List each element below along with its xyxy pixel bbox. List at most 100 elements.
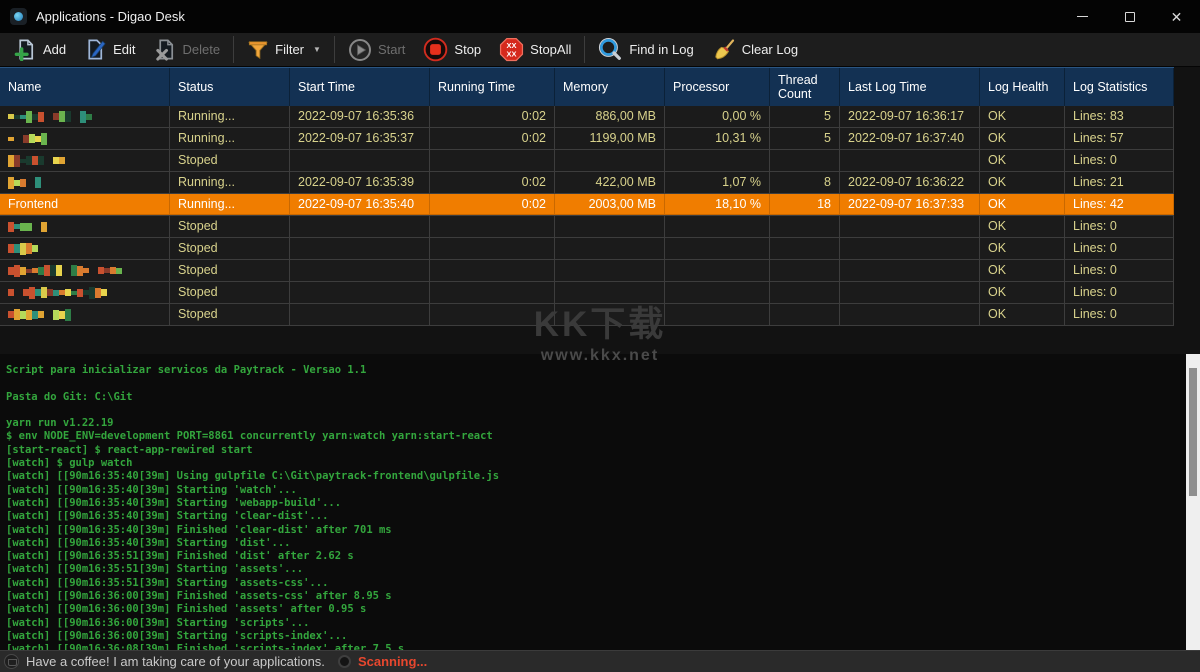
close-button[interactable]: ✕ [1153, 0, 1200, 33]
table-row[interactable]: StopedOKLines: 0 [0, 216, 1174, 238]
cell-log_stats: Lines: 0 [1065, 150, 1174, 171]
cell-last_log_time [840, 282, 980, 303]
cell-log_health: OK [980, 172, 1065, 193]
console-line: [watch] [[90m16:35:40[39m] Starting 'cle… [6, 510, 1186, 523]
cell-running_time: 0:02 [430, 194, 555, 215]
column-header-status[interactable]: Status [170, 68, 290, 106]
table-row[interactable]: StopedOKLines: 0 [0, 282, 1174, 304]
clear-log-button-label: Clear Log [742, 42, 798, 57]
table-row[interactable]: FrontendRunning...2022-09-07 16:35:400:0… [0, 194, 1174, 216]
cell-status: Stoped [170, 282, 290, 303]
console-line: [watch] [[90m16:35:51[39m] Starting 'ass… [6, 563, 1186, 576]
stop-icon [423, 37, 448, 62]
cell-processor: 1,07 % [665, 172, 770, 193]
cell-memory: 422,00 MB [555, 172, 665, 193]
table-row[interactable]: StopedOKLines: 0 [0, 304, 1174, 326]
cell-start_time [290, 260, 430, 281]
redacted-name-mosaic [8, 150, 44, 171]
cell-processor [665, 150, 770, 171]
titlebar: Applications - Digao Desk ✕ [0, 0, 1200, 33]
cell-last_log_time [840, 260, 980, 281]
cell-threads: 5 [770, 106, 840, 127]
toolbar-separator [334, 36, 335, 63]
window-controls: ✕ [1059, 0, 1200, 33]
minimize-button[interactable] [1059, 0, 1106, 33]
cell-log_health: OK [980, 128, 1065, 149]
cell-name [0, 150, 170, 171]
filter-button[interactable]: Filter ▼ [238, 35, 330, 65]
cell-log_stats: Lines: 0 [1065, 304, 1174, 325]
funnel-icon [247, 39, 269, 61]
console-scrollbar[interactable] [1186, 354, 1200, 650]
clear-log-button[interactable]: Clear Log [703, 35, 807, 65]
cell-memory [555, 216, 665, 237]
play-icon [348, 38, 372, 62]
cell-memory [555, 282, 665, 303]
maximize-button[interactable] [1106, 0, 1153, 33]
table-row[interactable]: Running...2022-09-07 16:35:390:02422,00 … [0, 172, 1174, 194]
redacted-name-mosaic [53, 150, 65, 171]
add-button[interactable]: Add [5, 35, 75, 65]
redacted-name-mosaic [23, 128, 47, 149]
cell-threads: 8 [770, 172, 840, 193]
add-document-icon [14, 38, 37, 61]
stop-button[interactable]: Stop [414, 35, 490, 65]
cell-name [0, 172, 170, 193]
table-row[interactable]: StopedOKLines: 0 [0, 150, 1174, 172]
console-line: Script para inicializar servicos da Payt… [6, 364, 1186, 377]
cell-last_log_time [840, 304, 980, 325]
table-row[interactable]: StopedOKLines: 0 [0, 238, 1174, 260]
console-scrollbar-thumb[interactable] [1189, 368, 1197, 496]
cell-log_stats: Lines: 0 [1065, 216, 1174, 237]
redacted-name-mosaic [35, 172, 41, 193]
cell-name [0, 282, 170, 303]
column-header-running_time[interactable]: Running Time [430, 68, 555, 106]
cell-log_stats: Lines: 57 [1065, 128, 1174, 149]
start-button[interactable]: Start [339, 35, 414, 65]
cell-status: Stoped [170, 238, 290, 259]
cell-name [0, 216, 170, 237]
console-line: [watch] [[90m16:36:00[39m] Starting 'scr… [6, 630, 1186, 643]
column-header-processor[interactable]: Processor [665, 68, 770, 106]
delete-button[interactable]: Delete [145, 35, 230, 65]
table-row[interactable]: Running...2022-09-07 16:35:370:021199,00… [0, 128, 1174, 150]
cell-processor: 18,10 % [665, 194, 770, 215]
chevron-down-icon: ▼ [313, 45, 321, 54]
coffee-icon [4, 654, 19, 669]
column-header-name[interactable]: Name [0, 68, 170, 106]
edit-button[interactable]: Edit [75, 35, 144, 65]
stopall-button[interactable]: XX XX StopAll [490, 35, 580, 65]
log-console[interactable]: Script para inicializar servicos da Payt… [0, 354, 1186, 650]
find-in-log-button[interactable]: Find in Log [589, 35, 702, 65]
cell-log_health: OK [980, 106, 1065, 127]
cell-log_health: OK [980, 260, 1065, 281]
column-header-log_health[interactable]: Log Health [980, 68, 1065, 106]
redacted-name-mosaic [8, 260, 62, 281]
redacted-name-mosaic [8, 216, 32, 237]
console-line: $ env NODE_ENV=development PORT=8861 con… [6, 430, 1186, 443]
cell-threads [770, 216, 840, 237]
applications-table: NameStatusStart TimeRunning TimeMemoryPr… [0, 67, 1174, 326]
cell-memory: 2003,00 MB [555, 194, 665, 215]
cell-name [0, 238, 170, 259]
redacted-name-mosaic [8, 238, 38, 259]
table-row[interactable]: StopedOKLines: 0 [0, 260, 1174, 282]
console-line: [watch] [[90m16:35:51[39m] Finished 'dis… [6, 550, 1186, 563]
cell-log_health: OK [980, 304, 1065, 325]
column-header-memory[interactable]: Memory [555, 68, 665, 106]
stopall-button-label: StopAll [530, 42, 571, 57]
cell-threads [770, 304, 840, 325]
app-window: Applications - Digao Desk ✕ Add Edit [0, 0, 1200, 672]
console-line: [watch] [[90m16:35:40[39m] Starting 'wat… [6, 484, 1186, 497]
cell-memory [555, 304, 665, 325]
table-row[interactable]: Running...2022-09-07 16:35:360:02886,00 … [0, 106, 1174, 128]
edit-document-icon [84, 38, 107, 61]
column-header-log_stats[interactable]: Log Statistics [1065, 68, 1174, 106]
redacted-name-mosaic [8, 282, 14, 303]
delete-document-icon [154, 38, 177, 61]
cell-last_log_time [840, 238, 980, 259]
column-header-last_log_time[interactable]: Last Log Time [840, 68, 980, 106]
column-header-threads[interactable]: Thread Count [770, 68, 840, 106]
cell-memory: 1199,00 MB [555, 128, 665, 149]
column-header-start_time[interactable]: Start Time [290, 68, 430, 106]
